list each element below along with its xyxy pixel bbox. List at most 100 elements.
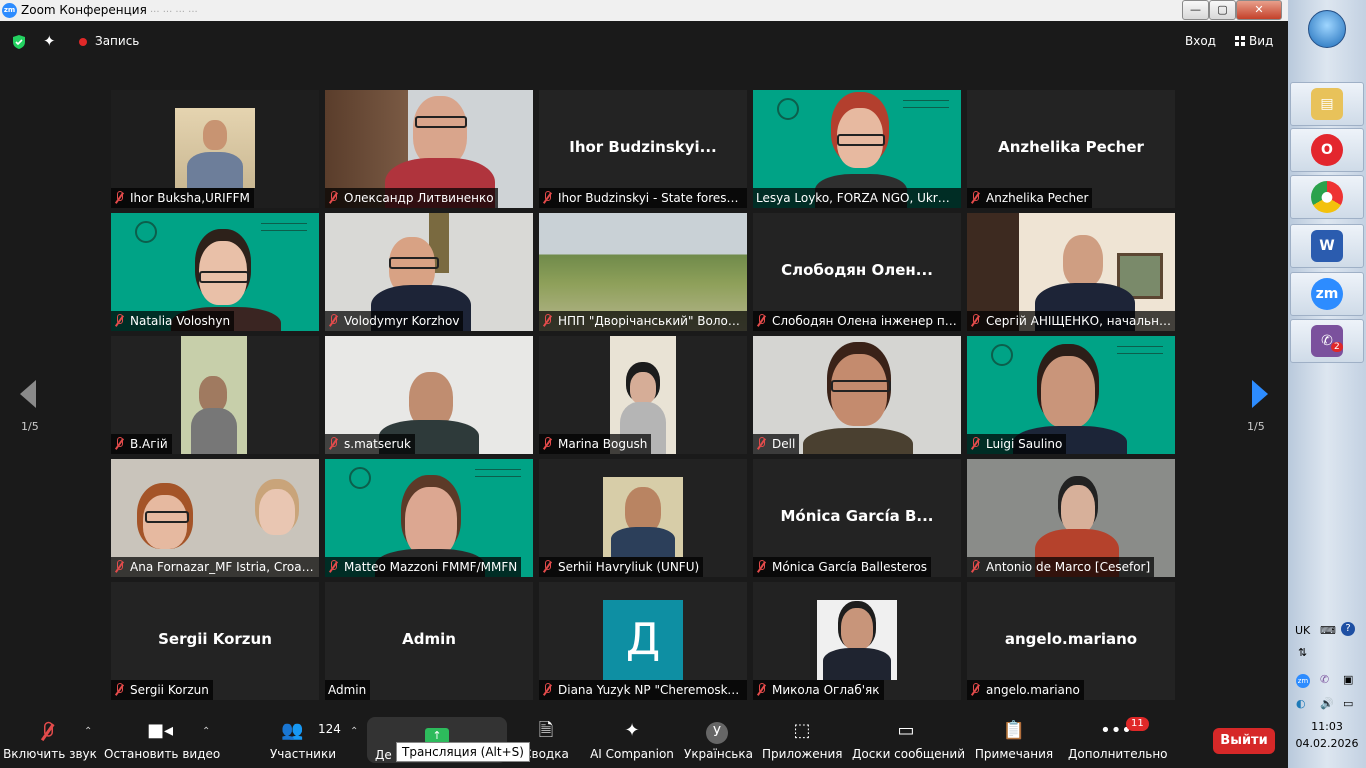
ai-companion-button[interactable]: ✦ AI Companion <box>588 712 676 768</box>
tray-display-icon[interactable]: ▭ <box>1343 697 1353 710</box>
participant-display-name: Ihor Budzinskyi... <box>569 138 717 156</box>
participant-name-label: Luigi Saulino <box>967 434 1067 454</box>
participant-display-name: Слободян Олен... <box>781 261 933 279</box>
minimize-button[interactable]: — <box>1182 0 1209 20</box>
notes-button[interactable]: 📋 Примечания <box>974 712 1054 768</box>
muted-microphone-icon <box>42 720 58 742</box>
participant-tile[interactable]: Marina Bogush <box>539 336 747 454</box>
zoom-logo-icon: zm <box>2 3 17 18</box>
participant-tile[interactable]: Luigi Saulino <box>967 336 1175 454</box>
participant-name-label: Marina Bogush <box>539 434 652 454</box>
taskbar-viber[interactable]: ✆ 2 <box>1290 319 1364 363</box>
maximize-button[interactable]: ▢ <box>1209 0 1236 20</box>
participant-tile[interactable]: Ana Fornazar_MF Istria, Croatia <box>111 459 319 577</box>
notes-label: Примечания <box>974 747 1054 761</box>
participant-tile[interactable]: Dell <box>753 336 961 454</box>
unmute-button[interactable]: Включить звук <box>0 712 100 768</box>
language-label: Українська <box>684 747 753 761</box>
muted-mic-icon <box>970 683 980 696</box>
participant-tile[interactable]: Ihor Buksha,URIFFM <box>111 90 319 208</box>
muted-mic-icon <box>970 437 980 450</box>
view-button[interactable]: Вид <box>1235 34 1273 48</box>
muted-mic-icon <box>970 314 980 327</box>
participant-tile[interactable]: Volodymyr Korzhov <box>325 213 533 331</box>
next-page-arrow-icon[interactable] <box>1252 380 1268 408</box>
participant-tile[interactable]: Sergii Korzun Sergii Korzun <box>111 582 319 700</box>
apps-button[interactable]: ⬚ Приложения <box>762 712 843 768</box>
participant-tile[interactable]: Anzhelika Pecher Anzhelika Pecher <box>967 90 1175 208</box>
muted-mic-icon <box>970 191 980 204</box>
taskbar-chrome[interactable]: ● <box>1290 175 1364 219</box>
muted-mic-icon <box>328 314 338 327</box>
participants-button[interactable]: 👥 124 Участники <box>268 712 341 768</box>
window-title-bar: zm Zoom Конференция ... ... ... ... — ▢ … <box>0 0 1288 21</box>
participant-tile[interactable]: Mónica García B... Mónica García Balleste… <box>753 459 961 577</box>
windows-start-button[interactable] <box>1308 10 1346 48</box>
volume-icon[interactable]: 🔊 <box>1320 697 1334 710</box>
tray-clipboard-icon[interactable]: ▣ <box>1343 673 1353 686</box>
leave-meeting-button[interactable]: Выйти <box>1213 728 1275 754</box>
participant-tile[interactable]: Serhii Havryliuk (UNFU) <box>539 459 747 577</box>
muted-mic-icon <box>328 191 338 204</box>
more-button[interactable]: ••• 11 Дополнительно <box>1068 712 1168 768</box>
ai-sparkle-icon[interactable]: ✦ <box>43 32 56 50</box>
participant-tile[interactable]: s.matseruk <box>325 336 533 454</box>
meeting-toolbar: Включить звук ⌃ ■◂ Остановить видео ⌃ 👥 … <box>0 712 1288 768</box>
participant-tile[interactable]: angelo.mariano angelo.mariano <box>967 582 1175 700</box>
meeting-top-bar: ✦ Запись Вход Вид <box>0 21 1288 63</box>
participant-name-label: В.Агій <box>111 434 172 454</box>
avatar: Д <box>603 600 683 680</box>
video-camera-icon: ■◂ <box>146 720 174 741</box>
participant-tile[interactable]: Matteo Mazzoni FMMF/MMFN <box>325 459 533 577</box>
ai-companion-sparkle-icon: ✦ <box>624 720 640 741</box>
taskbar-explorer[interactable]: ▤ <box>1290 82 1364 126</box>
taskbar-date[interactable]: 04.02.2026 <box>1288 737 1366 750</box>
tray-network-icon[interactable]: ⇅ <box>1298 646 1307 659</box>
unmute-label: Включить звук <box>3 747 97 761</box>
security-shield-icon[interactable] <box>11 34 27 50</box>
keyboard-icon[interactable]: ⌨ <box>1320 624 1336 637</box>
taskbar-zoom[interactable]: zm <box>1290 272 1364 316</box>
muted-mic-icon <box>114 683 124 696</box>
participant-name-label: Сергій АНІЩЕНКО, начальни... <box>967 311 1175 331</box>
audio-options-chevron-icon[interactable]: ⌃ <box>84 726 92 737</box>
participant-tile[interactable]: Олександр Литвиненко <box>325 90 533 208</box>
tray-zoom-icon[interactable]: zm <box>1296 674 1310 688</box>
participant-name-label: Anzhelika Pecher <box>967 188 1093 208</box>
taskbar-word[interactable]: W <box>1290 224 1364 268</box>
participants-options-chevron-icon[interactable]: ⌃ <box>350 726 358 737</box>
participant-name-label: angelo.mariano <box>967 680 1084 700</box>
previous-page-arrow-icon[interactable] <box>20 380 36 408</box>
whiteboards-button[interactable]: ▭ Доски сообщений <box>852 712 965 768</box>
taskbar-time[interactable]: 11:03 <box>1288 720 1366 733</box>
stop-video-button[interactable]: ■◂ Остановить видео <box>104 712 220 768</box>
video-options-chevron-icon[interactable]: ⌃ <box>202 726 210 737</box>
participant-tile[interactable]: НПП "Дворічанський" Волод... <box>539 213 747 331</box>
participant-name-label: Слободян Олена інженер по... <box>753 311 961 331</box>
opera-icon: O <box>1311 134 1343 166</box>
taskbar-opera[interactable]: O <box>1290 128 1364 172</box>
participant-tile[interactable]: Сергій АНІЩЕНКО, начальни... <box>967 213 1175 331</box>
participant-name-label: Микола Оглаб'як <box>753 680 884 700</box>
tray-viber-icon[interactable]: ✆ <box>1320 673 1329 686</box>
participant-tile[interactable]: Микола Оглаб'як <box>753 582 961 700</box>
tray-edge-icon[interactable]: ◐ <box>1296 697 1306 710</box>
help-icon[interactable]: ? <box>1341 622 1355 636</box>
exit-fullscreen-button[interactable]: Вход <box>1185 34 1216 48</box>
participant-tile[interactable]: В.Агій <box>111 336 319 454</box>
participant-tile[interactable]: Antonio de Marco [Cesefor] <box>967 459 1175 577</box>
participant-tile[interactable]: Lesya Loyko, FORZA NGO, Ukraine <box>753 90 961 208</box>
participant-name-label: Олександр Литвиненко <box>325 188 498 208</box>
participant-tile[interactable]: Д Diana Yuzyk NP "Cheremoskyi" <box>539 582 747 700</box>
input-language[interactable]: UK <box>1295 624 1310 637</box>
participant-display-name: Mónica García B... <box>780 507 934 525</box>
close-window-button[interactable]: ✕ <box>1236 0 1282 20</box>
participant-name-label: Diana Yuzyk NP "Cheremoskyi" <box>539 680 747 700</box>
language-button[interactable]: У Українська <box>684 712 753 768</box>
recording-label[interactable]: Запись <box>95 34 139 48</box>
participant-tile[interactable]: Ihor Budzinskyi... Ihor Budzinskyi - Stat… <box>539 90 747 208</box>
participant-tile[interactable]: Слободян Олен... Слободян Олена інженер п… <box>753 213 961 331</box>
participant-name-label: Sergii Korzun <box>111 680 213 700</box>
participant-tile[interactable]: Natalia Voloshyn <box>111 213 319 331</box>
participant-tile[interactable]: Admin Admin <box>325 582 533 700</box>
